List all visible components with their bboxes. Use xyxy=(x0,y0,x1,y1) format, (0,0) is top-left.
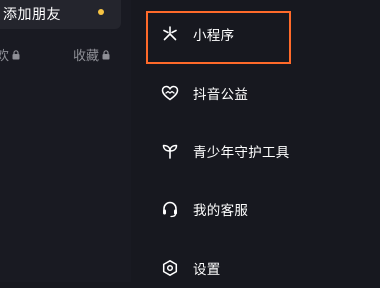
menu-item-youth-protection[interactable]: 青少年守护工具 xyxy=(131,131,380,171)
lock-icon xyxy=(102,49,110,59)
menu-item-label: 抖音公益 xyxy=(193,87,249,103)
menu-item-settings[interactable]: 设置 xyxy=(131,248,380,288)
add-friend-label: 添加朋友 xyxy=(3,7,61,23)
profile-panel: 添加朋友 欢 收藏 xyxy=(0,0,131,282)
mini-program-icon xyxy=(160,24,180,44)
tab-favorites-label: 收藏 xyxy=(73,49,100,64)
menu-item-label: 小程序 xyxy=(193,28,235,44)
side-menu: 小程序 抖音公益 青少年守护工具 我的客服 设置 xyxy=(131,0,380,282)
menu-item-customer-service[interactable]: 我的客服 xyxy=(131,189,380,229)
settings-hexagon-icon xyxy=(160,258,180,278)
menu-item-label: 青少年守护工具 xyxy=(193,145,290,161)
menu-item-label: 设置 xyxy=(193,262,221,278)
headset-icon xyxy=(160,199,180,219)
sprout-icon xyxy=(160,141,180,161)
notification-dot xyxy=(98,9,104,15)
menu-item-mini-program[interactable]: 小程序 xyxy=(131,14,380,54)
menu-item-label: 我的客服 xyxy=(193,203,249,219)
charity-heart-icon xyxy=(160,83,180,103)
add-friend-button[interactable]: 添加朋友 xyxy=(0,0,121,29)
tab-likes-label: 欢 xyxy=(0,49,10,64)
tab-favorites[interactable]: 收藏 xyxy=(73,45,110,64)
tab-likes[interactable]: 欢 xyxy=(0,45,20,64)
menu-item-charity[interactable]: 抖音公益 xyxy=(131,73,380,113)
lock-icon xyxy=(12,49,20,59)
